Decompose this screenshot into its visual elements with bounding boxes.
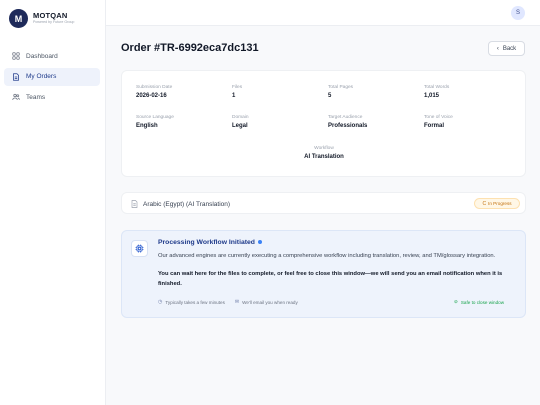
processing-note: You can wait here for the files to compl… bbox=[158, 271, 503, 287]
order-details-card: Submission Date 2026-02-16 Files 1 Total… bbox=[121, 70, 526, 177]
back-label: Back bbox=[502, 45, 517, 52]
email-note: We'll email you when ready bbox=[242, 299, 298, 305]
field-label: Domain bbox=[232, 115, 249, 120]
back-button[interactable]: ‹ Back bbox=[488, 41, 525, 56]
processing-description: Our advanced engines are currently execu… bbox=[158, 253, 496, 259]
loading-icon: C bbox=[482, 200, 487, 207]
field-value: Professionals bbox=[328, 123, 368, 129]
clock-icon: ◷ bbox=[158, 299, 163, 305]
page-title: Order #TR-6992eca7dc131 bbox=[121, 42, 259, 54]
brand-logo: M bbox=[9, 9, 28, 28]
document-icon bbox=[13, 72, 19, 81]
field-value: English bbox=[136, 123, 158, 129]
domain-field: Domain Legal bbox=[232, 115, 249, 129]
target-language-row[interactable]: Arabic (Egypt) (AI Translation) bbox=[121, 192, 526, 214]
field-label: Files bbox=[232, 85, 243, 90]
files-field: Files 1 bbox=[232, 85, 242, 99]
sidebar-item-dashboard[interactable]: Dashboard bbox=[4, 47, 100, 65]
check-circle-icon: ⊘ bbox=[454, 299, 458, 304]
field-value: Formal bbox=[424, 123, 445, 129]
total-pages-field: Total Pages 5 bbox=[328, 85, 353, 99]
field-label: Workflow bbox=[314, 146, 334, 151]
sidebar-item-my-orders[interactable]: My Orders bbox=[4, 67, 100, 86]
field-label: Tone of Voice bbox=[424, 115, 453, 120]
processing-footer: ◷ Typically takes a few minutes ✉ We'll … bbox=[158, 299, 298, 305]
tone-of-voice-field: Tone of Voice Formal bbox=[424, 115, 453, 129]
field-label: Total Words bbox=[424, 85, 450, 90]
field-label: Source Language bbox=[136, 115, 174, 120]
topbar: S bbox=[106, 0, 540, 26]
field-value: 2026-02-16 bbox=[136, 93, 167, 99]
processing-title-text: Processing Workflow Initiated bbox=[158, 239, 255, 246]
target-language-name: Arabic (Egypt) (AI Translation) bbox=[143, 200, 231, 208]
status-label: In Progress bbox=[488, 201, 512, 206]
brand-name: MOTQAN bbox=[33, 10, 68, 20]
field-value: Legal bbox=[232, 123, 248, 129]
status-badge: C In Progress bbox=[474, 198, 520, 209]
sidebar-item-label: Teams bbox=[26, 93, 46, 101]
field-label: Submission Date bbox=[136, 85, 173, 90]
workflow-field: Workflow AI Translation bbox=[274, 146, 374, 160]
safe-note: Safe to close window bbox=[460, 299, 505, 305]
sidebar-item-label: My Orders bbox=[26, 73, 57, 80]
users-icon bbox=[12, 93, 20, 101]
grid-icon bbox=[12, 52, 20, 60]
source-language-field: Source Language English bbox=[136, 115, 174, 129]
avatar[interactable]: S bbox=[511, 6, 525, 20]
field-value: 1 bbox=[232, 93, 236, 99]
sidebar-nav: Dashboard My Orders Teams bbox=[4, 47, 100, 109]
field-label: Total Pages bbox=[328, 85, 354, 90]
field-value: AI Translation bbox=[304, 154, 344, 160]
brand-tagline: Powered by Future Group bbox=[33, 20, 75, 25]
eta-text: Typically takes a few minutes bbox=[165, 299, 225, 305]
submission-date-field: Submission Date 2026-02-16 bbox=[136, 85, 172, 99]
target-audience-field: Target Audience Professionals bbox=[328, 115, 367, 129]
chevron-left-icon: ‹ bbox=[496, 45, 499, 52]
field-label: Target Audience bbox=[328, 115, 363, 120]
processing-title: Processing Workflow Initiated bbox=[158, 239, 262, 246]
brand[interactable]: M MOTQAN Powered by Future Group bbox=[9, 9, 74, 28]
mail-icon: ✉ bbox=[234, 299, 240, 305]
file-icon bbox=[131, 200, 138, 208]
sidebar-item-teams[interactable]: Teams bbox=[4, 88, 100, 106]
field-value: 5 bbox=[328, 93, 332, 99]
processor-icon bbox=[131, 240, 148, 257]
field-value: 1,015 bbox=[424, 93, 440, 99]
sidebar: M MOTQAN Powered by Future Group Dashboa… bbox=[0, 0, 106, 405]
pulse-dot-icon bbox=[257, 240, 262, 245]
safe-to-close: ⊘ Safe to close window bbox=[454, 299, 504, 305]
total-words-field: Total Words 1,015 bbox=[424, 85, 449, 99]
sidebar-item-label: Dashboard bbox=[26, 52, 58, 60]
